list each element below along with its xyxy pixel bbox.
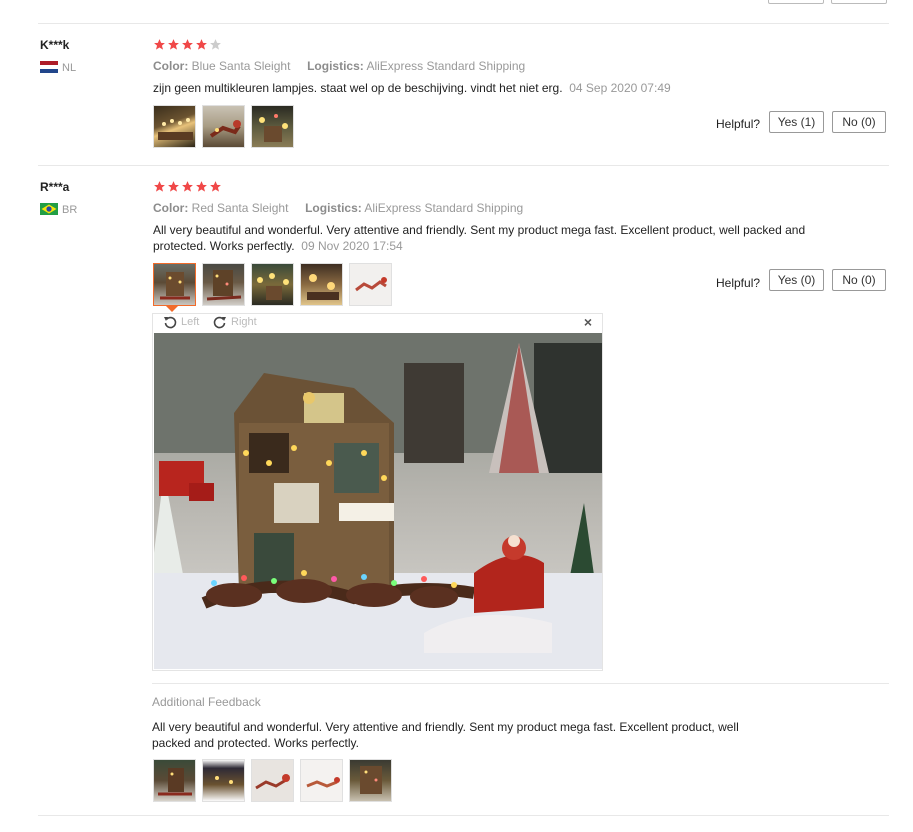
review-photo[interactable] xyxy=(153,759,196,802)
country-code: NL xyxy=(62,62,77,74)
rotate-left-icon xyxy=(164,316,177,329)
divider xyxy=(38,815,889,816)
star-icon xyxy=(154,181,165,192)
review-photo[interactable] xyxy=(349,759,392,802)
review-photo[interactable] xyxy=(251,263,294,306)
rotate-right-button[interactable]: Right xyxy=(213,315,257,329)
rotate-left-label: Left xyxy=(181,316,200,328)
helpful-yes-button[interactable]: Yes (1) xyxy=(769,111,824,133)
star-icon xyxy=(196,181,207,192)
color-label: Color: xyxy=(153,59,189,73)
review-photo[interactable] xyxy=(300,263,343,306)
star-icon xyxy=(154,39,165,50)
review-date: 09 Nov 2020 17:54 xyxy=(301,239,403,253)
star-rating xyxy=(153,180,222,193)
star-icon xyxy=(210,39,221,50)
star-icon xyxy=(168,181,179,192)
star-icon xyxy=(196,39,207,50)
star-rating xyxy=(153,38,222,51)
review-text: All very beautiful and wonderful. Very a… xyxy=(153,222,808,254)
review-meta: Color: Blue Santa Sleight Logistics: Ali… xyxy=(153,59,525,73)
review-photo[interactable] xyxy=(251,759,294,802)
review-body: All very beautiful and wonderful. Very a… xyxy=(153,223,806,253)
review-date: 04 Sep 2020 07:49 xyxy=(569,81,671,95)
helpful-no-button[interactable]: No (0) xyxy=(832,111,886,133)
helpful-label: Helpful? xyxy=(716,276,761,290)
review-photo[interactable] xyxy=(349,263,392,306)
additional-feedback-text: All very beautiful and wonderful. Very a… xyxy=(152,720,739,750)
reviewer-name: K***k xyxy=(40,38,70,52)
logistics-value: AliExpress Standard Shipping xyxy=(366,59,526,73)
divider xyxy=(38,165,889,166)
star-icon xyxy=(168,39,179,50)
rotate-right-label: Right xyxy=(231,316,257,328)
color-value: Blue Santa Sleight xyxy=(191,59,291,73)
rotate-right-icon xyxy=(213,316,226,329)
photo-viewer: Left Right × xyxy=(152,313,603,671)
star-icon xyxy=(182,39,193,50)
star-icon xyxy=(182,181,193,192)
photo-viewer-toolbar: Left Right × xyxy=(153,314,602,333)
review-photos xyxy=(153,105,294,148)
selected-photo-caret xyxy=(166,306,178,312)
rotate-left-button[interactable]: Left xyxy=(163,315,199,329)
close-icon[interactable]: × xyxy=(584,314,592,330)
star-icon xyxy=(210,181,221,192)
prev-no-button[interactable] xyxy=(831,0,887,4)
additional-photos xyxy=(153,759,392,802)
helpful-label: Helpful? xyxy=(716,117,761,131)
divider xyxy=(38,23,889,24)
prev-yes-button[interactable] xyxy=(768,0,824,4)
review-photo[interactable] xyxy=(202,263,245,306)
helpful-yes-button[interactable]: Yes (0) xyxy=(769,269,824,291)
divider xyxy=(152,683,889,684)
review-photo[interactable] xyxy=(202,759,245,802)
flag-br-icon xyxy=(40,203,58,215)
reviewer-name: R***a xyxy=(40,180,70,194)
country-code: BR xyxy=(62,204,78,216)
logistics-label: Logistics: xyxy=(307,59,364,73)
color-label: Color: xyxy=(153,201,189,215)
photo-viewer-image xyxy=(154,333,602,669)
review-photo[interactable] xyxy=(251,105,294,148)
review-text: zijn geen multikleuren lampjes. staat we… xyxy=(153,80,813,96)
review-body: zijn geen multikleuren lampjes. staat we… xyxy=(153,81,563,95)
additional-feedback-title: Additional Feedback xyxy=(152,695,261,709)
review-photo[interactable] xyxy=(153,105,196,148)
helpful-no-button[interactable]: No (0) xyxy=(832,269,886,291)
color-value: Red Santa Sleight xyxy=(191,201,289,215)
review-meta: Color: Red Santa Sleight Logistics: AliE… xyxy=(153,201,523,215)
flag-nl-icon xyxy=(40,61,58,73)
review-photo-selected[interactable] xyxy=(153,263,196,306)
logistics-label: Logistics: xyxy=(305,201,362,215)
review-photos xyxy=(153,263,392,306)
review-photo[interactable] xyxy=(300,759,343,802)
review-photo[interactable] xyxy=(202,105,245,148)
logistics-value: AliExpress Standard Shipping xyxy=(364,201,524,215)
